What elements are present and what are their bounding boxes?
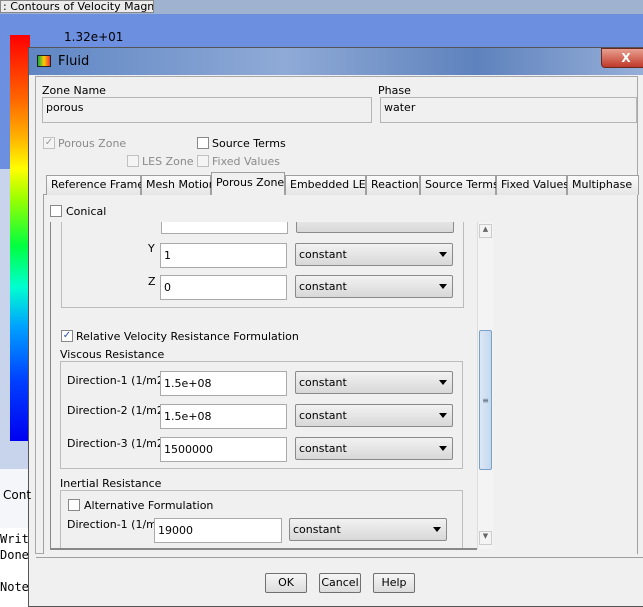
z-label: Z [148,275,156,288]
tab-embedded-les[interactable]: Embedded LES [285,175,373,195]
close-button[interactable]: X [601,48,643,68]
source-terms-label: Source Terms [212,137,286,150]
viscous-resistance-label: Viscous Resistance [60,348,165,361]
chevron-down-icon [439,446,447,451]
console-line: Done [0,548,29,562]
phase-label: Phase [378,84,411,97]
scroll-up-arrow-icon[interactable]: ▲ [479,224,492,238]
tab-multiphase[interactable]: Multiphase [567,175,639,195]
viscous-dir3-input[interactable]: 1500000 [160,437,287,462]
viscous-dir3-label: Direction-3 (1/m2) [67,437,169,450]
console-line: Writ [0,532,29,546]
inertial-resistance-label: Inertial Resistance [60,477,162,490]
colorbar-max-label: 1.32e+01 [64,30,124,44]
inertial-dir1-input[interactable]: 19000 [154,518,282,543]
method-value: constant [293,523,341,536]
viscous-dir3-method-select[interactable]: constant [295,437,453,460]
zone-name-input[interactable]: porous [42,97,372,123]
tab-reference-frame[interactable]: Reference Frame [46,175,144,195]
viscous-dir2-method-select[interactable]: constant [295,404,453,427]
method-value: constant [299,376,347,389]
alternative-formulation-checkbox[interactable] [68,499,80,511]
porous-zone-checkbox[interactable]: ✓ [43,137,55,149]
y-method-select[interactable]: constant [295,243,453,266]
viscous-dir1-label: Direction-1 (1/m2) [67,374,169,387]
view-dropdown-label: : Contours of Velocity Magn [3,0,154,13]
y-input[interactable]: 1 [160,243,287,268]
phase-input: water [380,97,637,123]
dialog-title: Fluid [58,54,90,69]
tab-mesh-motion[interactable]: Mesh Motion [141,175,216,195]
method-value: constant [299,409,347,422]
fixed-values-checkbox[interactable] [197,155,209,167]
viscous-dir1-method-select[interactable]: constant [295,371,453,394]
console: Writ Done Note [0,528,30,599]
conical-label: Conical [66,205,107,218]
app-icon [37,55,51,67]
les-zone-label: LES Zone [142,155,194,168]
x-input[interactable] [161,222,288,234]
viscous-dir2-label: Direction-2 (1/m2) [67,404,169,417]
fixed-values-label: Fixed Values [212,155,280,168]
porous-zone-label: Porous Zone [58,137,127,150]
title-bar[interactable]: Fluid X [29,48,643,75]
inertial-dir1-method-select[interactable]: constant [289,518,447,541]
relative-velocity-checkbox[interactable]: ✓ [61,330,73,342]
scroll-thumb[interactable]: ≡ [479,330,492,470]
tab-porous-zone[interactable]: Porous Zone [211,172,285,195]
source-terms-checkbox[interactable] [197,137,209,149]
z-method-select[interactable]: constant [295,275,453,298]
colorbar [10,35,30,441]
y-method-value: constant [299,248,347,261]
help-button[interactable]: Help [373,573,415,593]
tab-source-terms[interactable]: Source Terms [420,175,499,195]
console-line: Note [0,580,29,594]
tab-fixed-values[interactable]: Fixed Values [496,175,569,195]
chevron-down-icon [439,284,447,289]
button-separator [36,557,643,558]
cancel-button[interactable]: Cancel [319,573,361,593]
alternative-formulation-label: Alternative Formulation [84,499,214,512]
tab-reaction[interactable]: Reaction [366,175,420,195]
y-label: Y [148,242,155,255]
viscous-dir2-input[interactable]: 1.5e+08 [160,404,287,429]
scroll-bottom-edge [50,548,477,550]
x-method-select[interactable] [296,222,454,233]
vertical-scrollbar[interactable]: ▲ ≡ ▼ [477,222,493,549]
chevron-down-icon [433,527,441,532]
viscous-dir1-input[interactable]: 1.5e+08 [160,371,287,396]
conical-checkbox[interactable] [50,205,62,217]
side-text: Cont [3,488,32,502]
relative-velocity-label: Relative Velocity Resistance Formulation [76,330,299,343]
z-method-value: constant [299,280,347,293]
method-value: constant [299,442,347,455]
z-input[interactable]: 0 [160,275,287,300]
scroll-down-arrow-icon[interactable]: ▼ [479,531,492,545]
inertial-dir1-label: Direction-1 (1/m) [67,518,162,531]
les-zone-checkbox[interactable] [127,155,139,167]
chevron-down-icon [439,252,447,257]
zone-name-label: Zone Name [42,84,106,97]
chevron-down-icon [439,380,447,385]
ok-button[interactable]: OK [265,573,307,593]
view-dropdown[interactable]: : Contours of Velocity Magn ▾ [0,0,154,13]
chevron-down-icon [439,413,447,418]
